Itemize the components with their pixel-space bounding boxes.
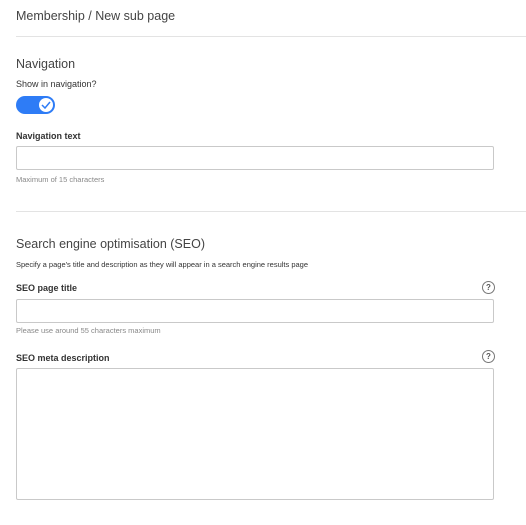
- section-divider: [16, 211, 526, 212]
- seo-meta-description-textarea[interactable]: [16, 368, 494, 500]
- seo-page-title-label: SEO page title: [16, 283, 78, 293]
- seo-page-title-hint: Please use around 55 characters maximum: [16, 326, 161, 335]
- breadcrumb: Membership / New sub page: [16, 9, 176, 23]
- seo-section-title: Search engine optimisation (SEO): [16, 237, 205, 251]
- seo-meta-description-label: SEO meta description: [16, 353, 110, 363]
- checkmark-icon: [41, 101, 51, 109]
- navigation-text-hint: Maximum of 15 characters: [16, 175, 105, 184]
- show-in-navigation-toggle[interactable]: [16, 96, 55, 114]
- seo-page-title-input[interactable]: [16, 299, 494, 323]
- seo-meta-description-help-icon[interactable]: ?: [482, 350, 495, 363]
- navigation-section-title: Navigation: [16, 57, 76, 71]
- navigation-text-label: Navigation text: [16, 131, 81, 141]
- navigation-text-input[interactable]: [16, 146, 494, 170]
- seo-page-title-help-icon[interactable]: ?: [482, 281, 495, 294]
- show-in-navigation-label: Show in navigation?: [16, 79, 97, 89]
- header-divider: [16, 36, 526, 37]
- toggle-knob: [39, 98, 53, 112]
- seo-description: Specify a page's title and description a…: [16, 260, 309, 269]
